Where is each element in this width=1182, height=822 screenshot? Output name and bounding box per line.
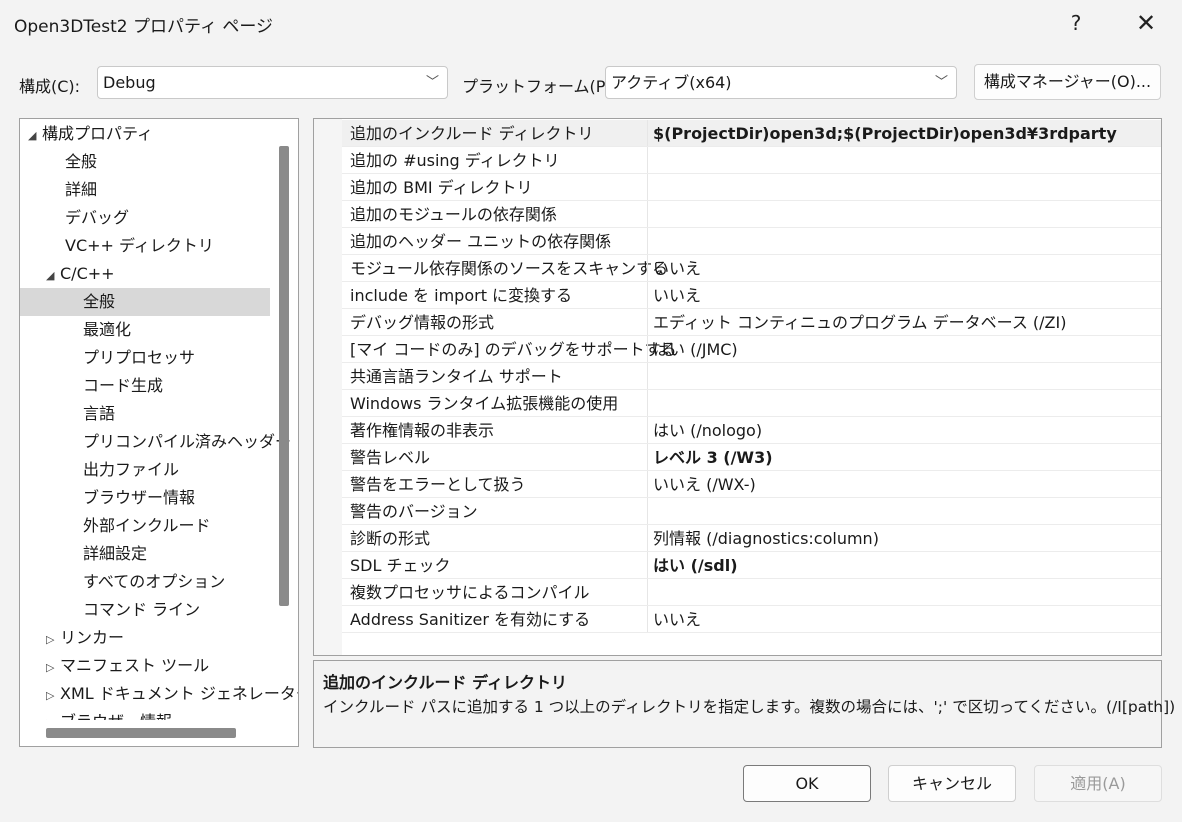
- config-value: Debug: [103, 73, 156, 92]
- chevron-down-icon: ﹀: [934, 75, 948, 90]
- property-row[interactable]: モジュール依存関係のソースをスキャンする いいえ: [342, 255, 1161, 282]
- property-row[interactable]: [マイ コードのみ] のデバッグをサポートする はい (/JMC): [342, 336, 1161, 363]
- property-row[interactable]: Windows ランタイム拡張機能の使用: [342, 390, 1161, 417]
- property-row[interactable]: 追加のモジュールの依存関係: [342, 201, 1161, 228]
- cancel-button[interactable]: キャンセル: [888, 765, 1016, 802]
- chevron-down-icon: ﹀: [425, 75, 439, 90]
- property-row[interactable]: 追加のインクルード ディレクトリ $(ProjectDir)open3d;$(Pr…: [342, 120, 1161, 147]
- config-label: 構成(C):: [19, 77, 81, 96]
- tree-item-browse-information[interactable]: ブラウザー情報: [83, 484, 195, 512]
- tree-item-output-files[interactable]: 出力ファイル: [83, 456, 179, 484]
- tree-item-vcpp-directories[interactable]: VC++ ディレクトリ: [65, 232, 214, 260]
- platform-label: プラットフォーム(P):: [462, 77, 618, 96]
- help-button[interactable]: ?: [1050, 0, 1102, 46]
- title-bar: Open3DTest2 プロパティ ページ ? ✕: [0, 0, 1182, 46]
- property-row[interactable]: 追加の BMI ディレクトリ: [342, 174, 1161, 201]
- property-row[interactable]: 診断の形式 列情報 (/diagnostics:column): [342, 525, 1161, 552]
- tree-item-optimization[interactable]: 最適化: [83, 316, 131, 344]
- tree-item-language[interactable]: 言語: [83, 400, 115, 428]
- expand-arrow-icon[interactable]: ◢: [28, 122, 42, 150]
- property-row[interactable]: 警告をエラーとして扱う いいえ (/WX-): [342, 471, 1161, 498]
- tree-item-external-includes[interactable]: 外部インクルード: [83, 512, 211, 540]
- tree-item-config-properties[interactable]: ◢ 構成プロパティ: [28, 120, 153, 148]
- property-tree: ◢ 構成プロパティ 全般 詳細 デバッグ VC++ ディレクトリ ◢ C/C++ 全…: [19, 118, 299, 747]
- description-panel: 追加のインクルード ディレクトリ インクルード パスに追加する 1 つ以上のディ…: [313, 660, 1175, 748]
- tree-item-cpp[interactable]: ◢ C/C++: [46, 260, 115, 288]
- description-text: インクルード パスに追加する 1 つ以上のディレクトリを指定します。複数の場合に…: [323, 698, 1176, 716]
- property-row[interactable]: 複数プロセッサによるコンパイル: [342, 579, 1161, 606]
- tree-item-precompiled-headers[interactable]: プリコンパイル済みヘッダー: [83, 428, 291, 456]
- expand-arrow-icon[interactable]: ▷: [46, 654, 60, 682]
- property-row[interactable]: Address Sanitizer を有効にする いいえ: [342, 606, 1161, 633]
- expand-arrow-icon[interactable]: ▷: [46, 710, 60, 720]
- tree-item-cpp-general[interactable]: 全般: [20, 288, 270, 316]
- property-row[interactable]: 警告レベル レベル 3 (/W3): [342, 444, 1161, 471]
- property-row[interactable]: 追加のヘッダー ユニットの依存関係: [342, 228, 1161, 255]
- tree-item-general[interactable]: 全般: [65, 148, 97, 176]
- property-row[interactable]: 追加の #using ディレクトリ: [342, 147, 1161, 174]
- tree-item-advanced[interactable]: 詳細: [65, 176, 97, 204]
- tree-item-manifest-tool[interactable]: ▷ マニフェスト ツール: [46, 652, 209, 680]
- tree-item-command-line[interactable]: コマンド ライン: [83, 596, 200, 624]
- tree-item-advanced-settings[interactable]: 詳細設定: [83, 540, 147, 568]
- tree-item-preprocessor[interactable]: プリプロセッサ: [83, 344, 195, 372]
- property-row[interactable]: 警告のバージョン: [342, 498, 1161, 525]
- tree-horizontal-scrollbar[interactable]: [46, 728, 236, 738]
- platform-dropdown[interactable]: アクティブ(x64) ﹀: [605, 66, 957, 99]
- tree-item-debugging[interactable]: デバッグ: [65, 204, 129, 232]
- tree-item-linker[interactable]: ▷ リンカー: [46, 624, 124, 652]
- grid-gutter: [314, 119, 342, 655]
- platform-value: アクティブ(x64): [611, 73, 732, 92]
- expand-arrow-icon[interactable]: ▷: [46, 626, 60, 654]
- property-row[interactable]: include を import に変換する いいえ: [342, 282, 1161, 309]
- expand-arrow-icon[interactable]: ▷: [46, 682, 60, 710]
- tree-item-xml-doc-generator[interactable]: ▷ XML ドキュメント ジェネレーター: [46, 680, 298, 710]
- expand-arrow-icon[interactable]: ◢: [46, 262, 60, 290]
- config-dropdown[interactable]: Debug ﹀: [97, 66, 448, 99]
- description-title: 追加のインクルード ディレクトリ: [323, 673, 567, 692]
- window-title: Open3DTest2 プロパティ ページ: [14, 17, 274, 37]
- property-row[interactable]: 著作権情報の非表示 はい (/nologo): [342, 417, 1161, 444]
- configuration-manager-button[interactable]: 構成マネージャー(O)...: [974, 64, 1161, 100]
- property-grid: 追加のインクルード ディレクトリ $(ProjectDir)open3d;$(Pr…: [313, 118, 1162, 656]
- tree-item-browse-info[interactable]: ▷ブラウザー情報: [46, 708, 172, 720]
- tree-item-all-options[interactable]: すべてのオプション: [83, 568, 225, 596]
- ok-button[interactable]: OK: [743, 765, 871, 802]
- tree-item-code-generation[interactable]: コード生成: [83, 372, 163, 400]
- apply-button[interactable]: 適用(A): [1034, 765, 1162, 802]
- tree-vertical-scrollbar[interactable]: [279, 146, 289, 606]
- property-row[interactable]: デバッグ情報の形式 エディット コンティニュのプログラム データベース (/ZI): [342, 309, 1161, 336]
- property-row[interactable]: SDL チェック はい (/sdl): [342, 552, 1161, 579]
- close-button[interactable]: ✕: [1120, 0, 1172, 46]
- property-row[interactable]: 共通言語ランタイム サポート: [342, 363, 1161, 390]
